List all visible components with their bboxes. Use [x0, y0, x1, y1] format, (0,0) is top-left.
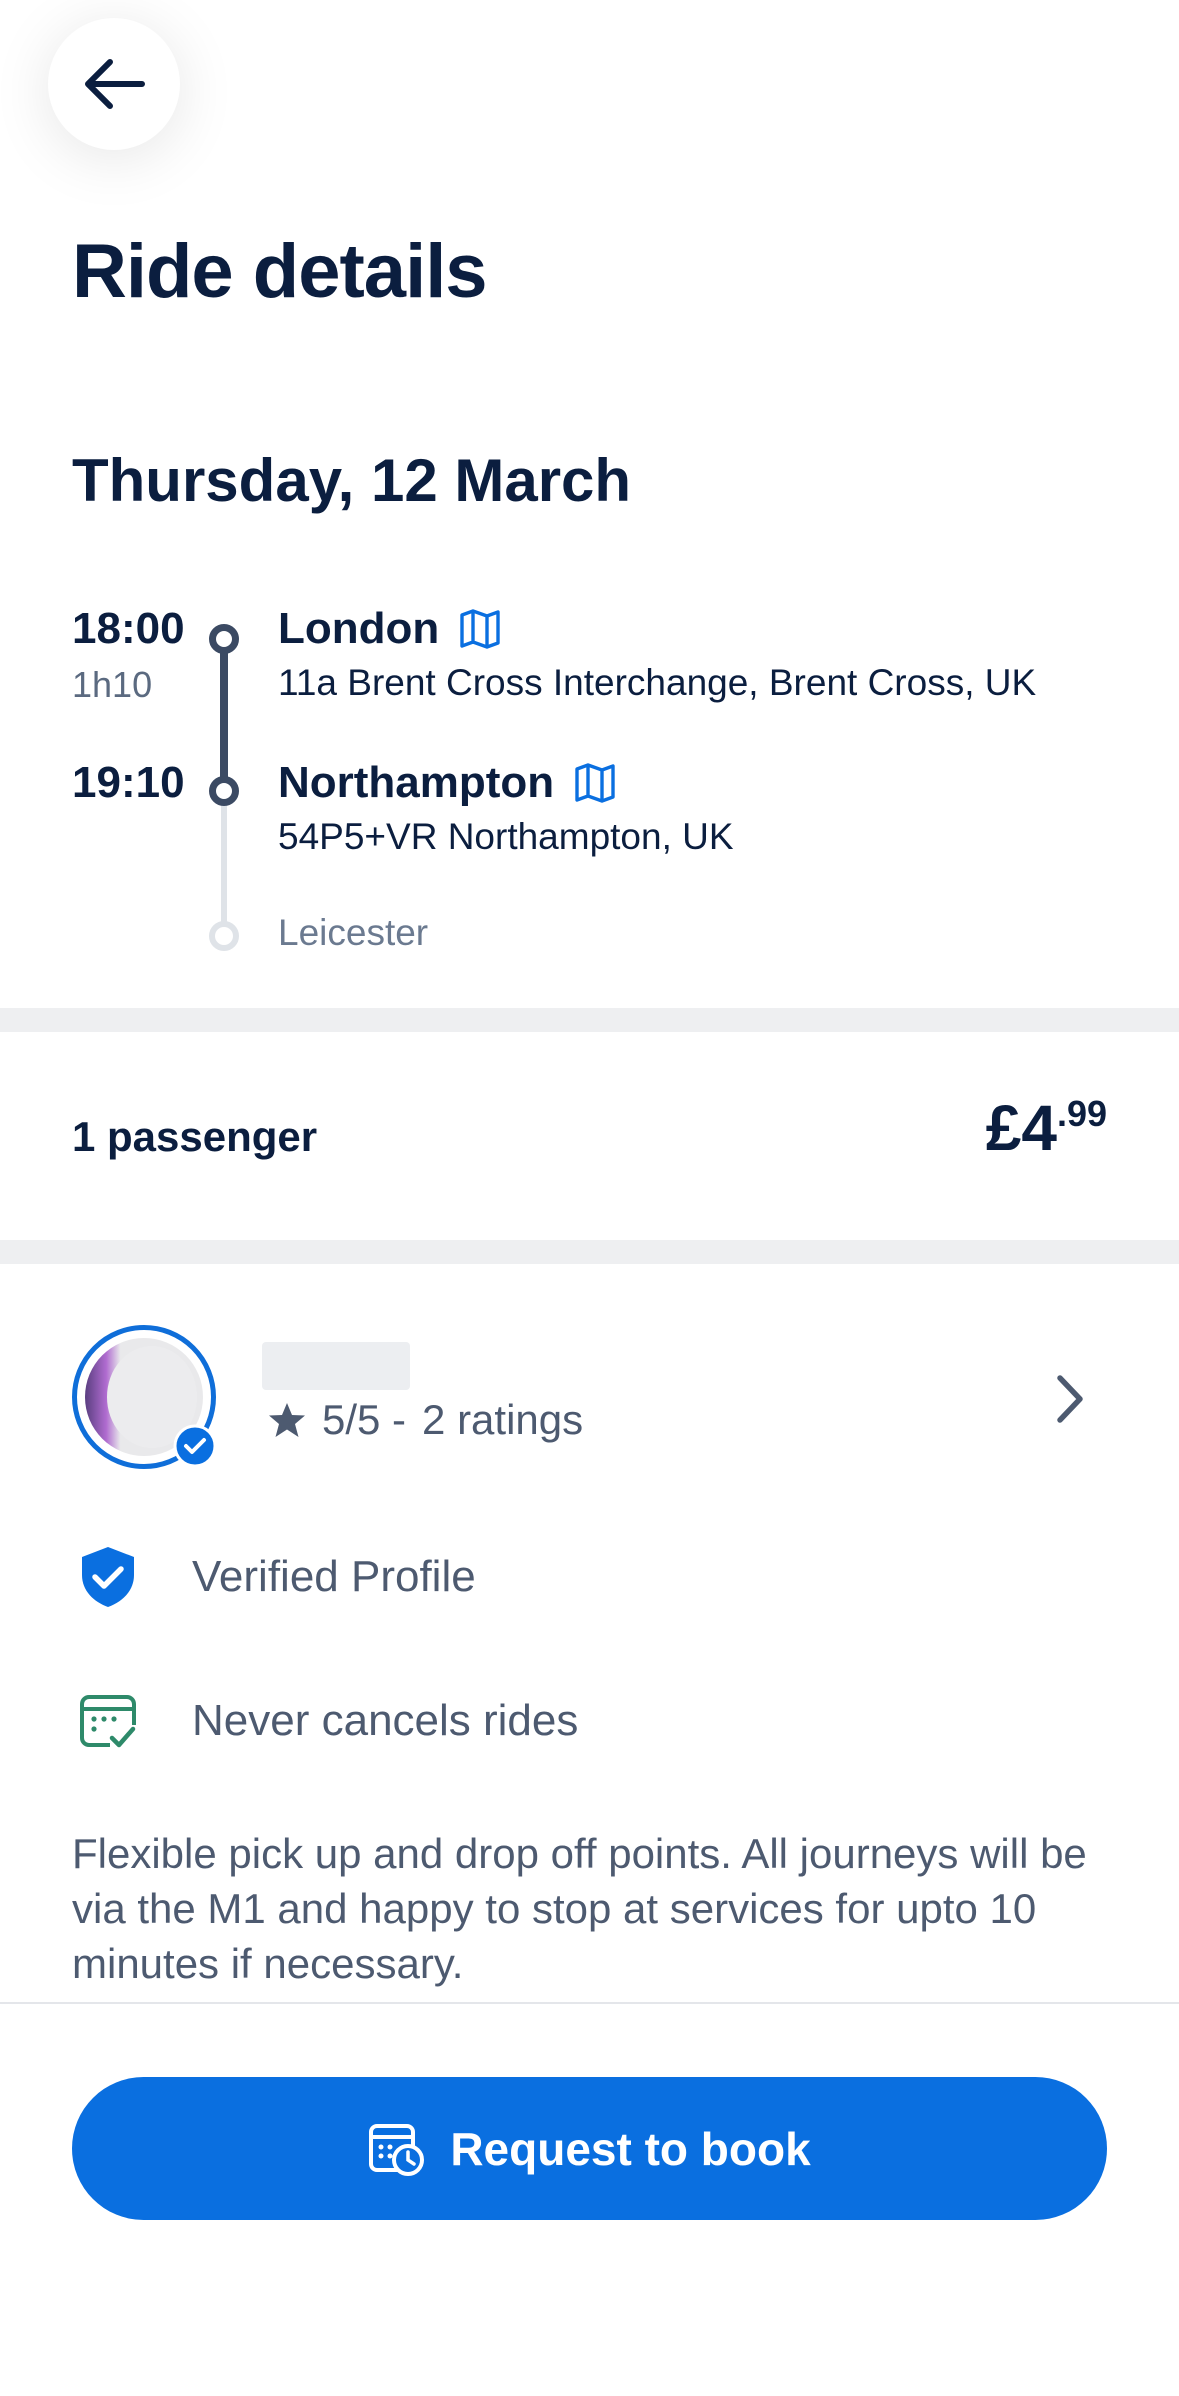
arrow-left-icon [85, 59, 145, 109]
rating-value: 5/5 - [322, 1396, 407, 1443]
departure-city: London [278, 604, 440, 653]
map-icon[interactable] [574, 763, 616, 803]
price: £4 .99 [986, 1092, 1107, 1164]
route-line-active [220, 648, 228, 782]
calendar-clock-icon [369, 2123, 425, 2176]
back-button[interactable] [48, 18, 180, 150]
section-divider [0, 1008, 1179, 1032]
verified-shield-icon [72, 1541, 144, 1613]
arrival-dot [209, 776, 239, 806]
section-divider [0, 1240, 1179, 1264]
departure-time: 18:00 [72, 604, 185, 653]
ratings-count: 2 ratings [422, 1396, 584, 1443]
arrival-city: Northampton [278, 758, 555, 807]
final-stop-name: Leicester [278, 912, 429, 953]
route-line-remaining [221, 800, 227, 924]
footer-divider [0, 2002, 1179, 2004]
calendar-check-icon [72, 1685, 144, 1757]
star-icon [269, 1403, 305, 1437]
driver-description: Flexible pick up and drop off points. Al… [72, 1830, 1087, 1987]
arrival-address: 54P5+VR Northampton, UK [278, 816, 734, 857]
avatar [72, 1325, 217, 1469]
feature-verified-profile: Verified Profile [72, 1541, 476, 1613]
feature-label: Verified Profile [192, 1552, 476, 1601]
feature-never-cancels: Never cancels rides [72, 1685, 578, 1757]
chevron-right-icon[interactable] [1044, 1372, 1094, 1426]
map-icon[interactable] [459, 609, 501, 649]
driver-rating: 5/5 - 2 ratings [268, 1396, 583, 1444]
verified-badge-icon [173, 1424, 217, 1468]
trip-duration: 1h10 [72, 664, 153, 705]
trip-date: Thursday, 12 March [72, 447, 632, 514]
departure-address: 11a Brent Cross Interchange, Brent Cross… [278, 662, 1037, 703]
passenger-count: 1 passenger [72, 1113, 318, 1160]
page-title: Ride details [72, 229, 488, 314]
departure-dot [209, 624, 239, 654]
arrival-stop[interactable]: Northampton [278, 758, 616, 808]
request-to-book-label: Request to book [450, 2122, 811, 2175]
driver-name-redacted [262, 1342, 410, 1390]
final-stop-dot [209, 921, 239, 951]
departure-stop[interactable]: London [278, 604, 501, 654]
feature-label: Never cancels rides [192, 1696, 579, 1745]
price-main: £4 [985, 1092, 1057, 1164]
price-pence: .99 [1056, 1093, 1107, 1134]
arrival-time: 19:10 [72, 758, 185, 807]
request-to-book-button[interactable]: Request to book [72, 2077, 1107, 2220]
